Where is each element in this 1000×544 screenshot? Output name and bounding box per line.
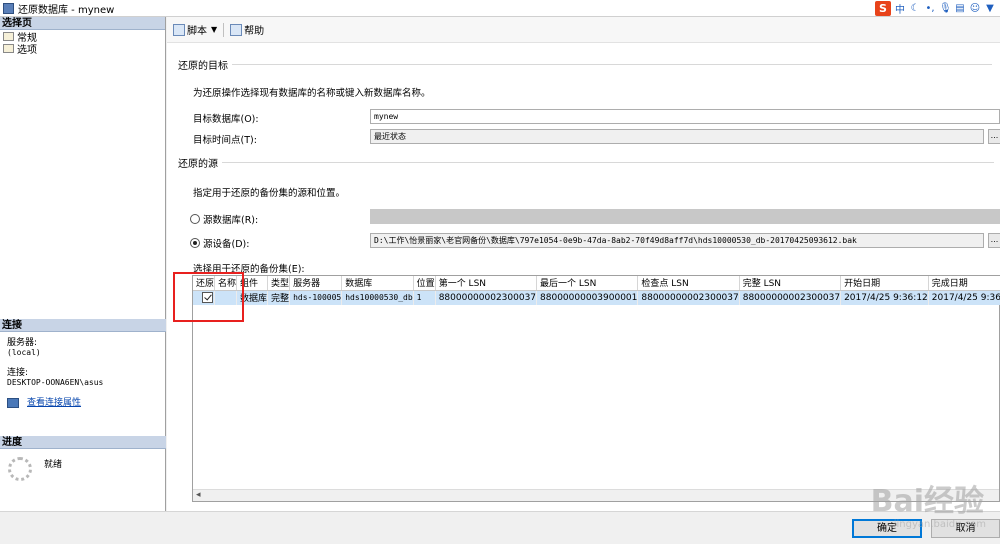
cell-database: hds10000530_db	[341, 290, 414, 305]
dest-group-label: 还原的目标	[178, 61, 228, 72]
ime-user-icon[interactable]: ☺	[969, 3, 981, 14]
left-panel: 选择页 常规 选项 连接 服务器: (local) 连接: DESKTOP-OO…	[0, 17, 166, 511]
col-server[interactable]: 服务器	[289, 276, 343, 291]
col-first-lsn[interactable]: 第一个 LSN	[435, 276, 538, 291]
radio-off-icon	[190, 214, 200, 224]
col-restore[interactable]: 还原	[193, 276, 216, 291]
source-device-path: D:\工作\怡景丽家\老官网备份\数据库\797e1054-0e9b-47da-…	[370, 233, 984, 248]
ime-toolbar[interactable]: S 中 ☾ •, 🎙 ▤ ☺ ▼	[875, 0, 1000, 17]
source-device-browse-button[interactable]: ...	[988, 233, 1000, 248]
main-panel: 脚本 ▼ 帮助 还原的目标 为还原操作选择现有数据库的名称或键入新数据库名称。 …	[167, 17, 1000, 511]
dest-group-title: 还原的目标	[178, 57, 992, 72]
col-start-date[interactable]: 开始日期	[840, 276, 929, 291]
ime-punct-icon[interactable]: •,	[924, 3, 936, 14]
window-title: 还原数据库 - mynew	[18, 4, 115, 16]
help-icon	[230, 23, 243, 36]
server-value: (local)	[7, 348, 41, 357]
server-label: 服务器:	[7, 338, 38, 348]
connection-header: 连接	[0, 319, 166, 332]
progress-spinner-icon	[8, 457, 32, 481]
script-button[interactable]: 脚本	[173, 22, 207, 37]
cell-first-lsn: 88000000002300037	[435, 290, 538, 305]
sogou-logo-icon[interactable]: S	[875, 1, 891, 16]
source-database-radio[interactable]: 源数据库(R):	[190, 212, 258, 226]
source-device-radio[interactable]: 源设备(D):	[190, 236, 249, 250]
cell-checkpoint-lsn: 88000000002300037	[637, 290, 740, 305]
grid-header-row: 还原 名称 组件 类型 服务器 数据库 位置 第一个 LSN 最后一个 LSN …	[193, 276, 1000, 291]
script-dropdown-arrow-icon[interactable]: ▼	[211, 25, 217, 34]
toolbar: 脚本 ▼ 帮助	[167, 17, 1000, 43]
toolbar-divider	[223, 22, 225, 37]
cell-name	[214, 290, 238, 305]
view-connection-properties-link[interactable]: 查看连接属性	[7, 398, 159, 408]
ime-skin-icon[interactable]: ▼	[984, 3, 996, 14]
dialog-button-bar: 确定 取消	[0, 511, 1000, 544]
page-icon	[3, 43, 14, 53]
target-time-label: 目标时间点(T):	[193, 135, 257, 146]
source-database-select	[370, 209, 1000, 224]
scroll-left-icon[interactable]: ◂	[196, 490, 201, 500]
group-divider	[222, 162, 994, 163]
col-type[interactable]: 类型	[267, 276, 291, 291]
backup-sets-label: 选择用于还原的备份集(E):	[193, 264, 305, 275]
help-button[interactable]: 帮助	[230, 22, 264, 37]
connection-section: 连接 服务器: (local) 连接: DESKTOP-OONA6EN\asus…	[0, 319, 166, 414]
help-button-label: 帮助	[244, 26, 265, 37]
page-icon	[3, 31, 14, 41]
properties-icon	[7, 398, 19, 408]
view-connection-properties-label: 查看连接属性	[27, 398, 82, 408]
progress-header: 进度	[0, 436, 166, 449]
cell-position: 1	[413, 290, 436, 305]
cell-finish-date: 2017/4/25 9:36:12	[928, 290, 1000, 305]
script-icon	[173, 23, 185, 36]
backup-sets-grid[interactable]: 还原 名称 组件 类型 服务器 数据库 位置 第一个 LSN 最后一个 LSN …	[192, 275, 1000, 502]
dest-description: 为还原操作选择现有数据库的名称或键入新数据库名称。	[193, 88, 431, 99]
col-checkpoint-lsn[interactable]: 检查点 LSN	[637, 276, 740, 291]
page-item-options[interactable]: 选项	[0, 42, 165, 56]
cell-start-date: 2017/4/25 9:36:12	[840, 290, 929, 305]
ime-chinese-mode-icon[interactable]: 中	[894, 1, 906, 16]
table-row[interactable]: 数据库 完整 hds-100005 hds10000530_db 1 88000…	[193, 290, 1000, 305]
ok-button[interactable]: 确定	[852, 519, 922, 538]
cell-server: hds-100005	[289, 290, 343, 305]
cell-type: 完整	[267, 290, 291, 305]
cell-component: 数据库	[236, 290, 269, 305]
progress-status: 就绪	[44, 460, 63, 470]
cancel-button[interactable]: 取消	[931, 519, 1000, 538]
progress-section: 进度 就绪	[0, 436, 166, 489]
source-device-label: 源设备(D):	[203, 239, 250, 250]
target-time-browse-button[interactable]: ...	[988, 129, 1000, 144]
restore-checkbox-cell[interactable]	[193, 290, 216, 305]
source-group-label: 还原的源	[178, 159, 218, 170]
target-db-label: 目标数据库(O):	[193, 114, 259, 125]
restore-checkbox[interactable]	[202, 292, 213, 304]
page-item-label: 选项	[17, 44, 37, 56]
source-description: 指定用于还原的备份集的源和位置。	[193, 188, 346, 199]
ime-moon-icon[interactable]: ☾	[909, 3, 921, 14]
col-name[interactable]: 名称	[214, 276, 238, 291]
ime-mic-icon[interactable]: 🎙	[939, 3, 952, 14]
connection-label: 连接:	[7, 368, 29, 378]
title-bar: 还原数据库 - mynew S 中 ☾ •, 🎙 ▤ ☺ ▼	[0, 0, 1000, 17]
col-component[interactable]: 组件	[236, 276, 269, 291]
source-group-title: 还原的源	[178, 155, 994, 170]
script-button-label: 脚本	[187, 26, 207, 37]
col-position[interactable]: 位置	[413, 276, 436, 291]
cell-full-lsn: 88000000002300037	[739, 290, 842, 305]
source-database-label: 源数据库(R):	[203, 215, 259, 226]
col-finish-date[interactable]: 完成日期	[928, 276, 1000, 291]
col-last-lsn[interactable]: 最后一个 LSN	[536, 276, 639, 291]
group-divider	[232, 64, 992, 65]
radio-on-icon	[190, 238, 200, 248]
horizontal-scrollbar[interactable]: ◂	[193, 489, 999, 501]
connection-value: DESKTOP-OONA6EN\asus	[7, 378, 104, 387]
col-full-lsn[interactable]: 完整 LSN	[739, 276, 842, 291]
col-database[interactable]: 数据库	[341, 276, 414, 291]
ime-keyboard-icon[interactable]: ▤	[954, 3, 966, 14]
cell-last-lsn: 88000000003900001	[536, 290, 639, 305]
target-time-field: 最近状态	[370, 129, 984, 144]
app-icon	[3, 2, 14, 14]
target-db-input[interactable]: mynew	[370, 109, 1000, 124]
